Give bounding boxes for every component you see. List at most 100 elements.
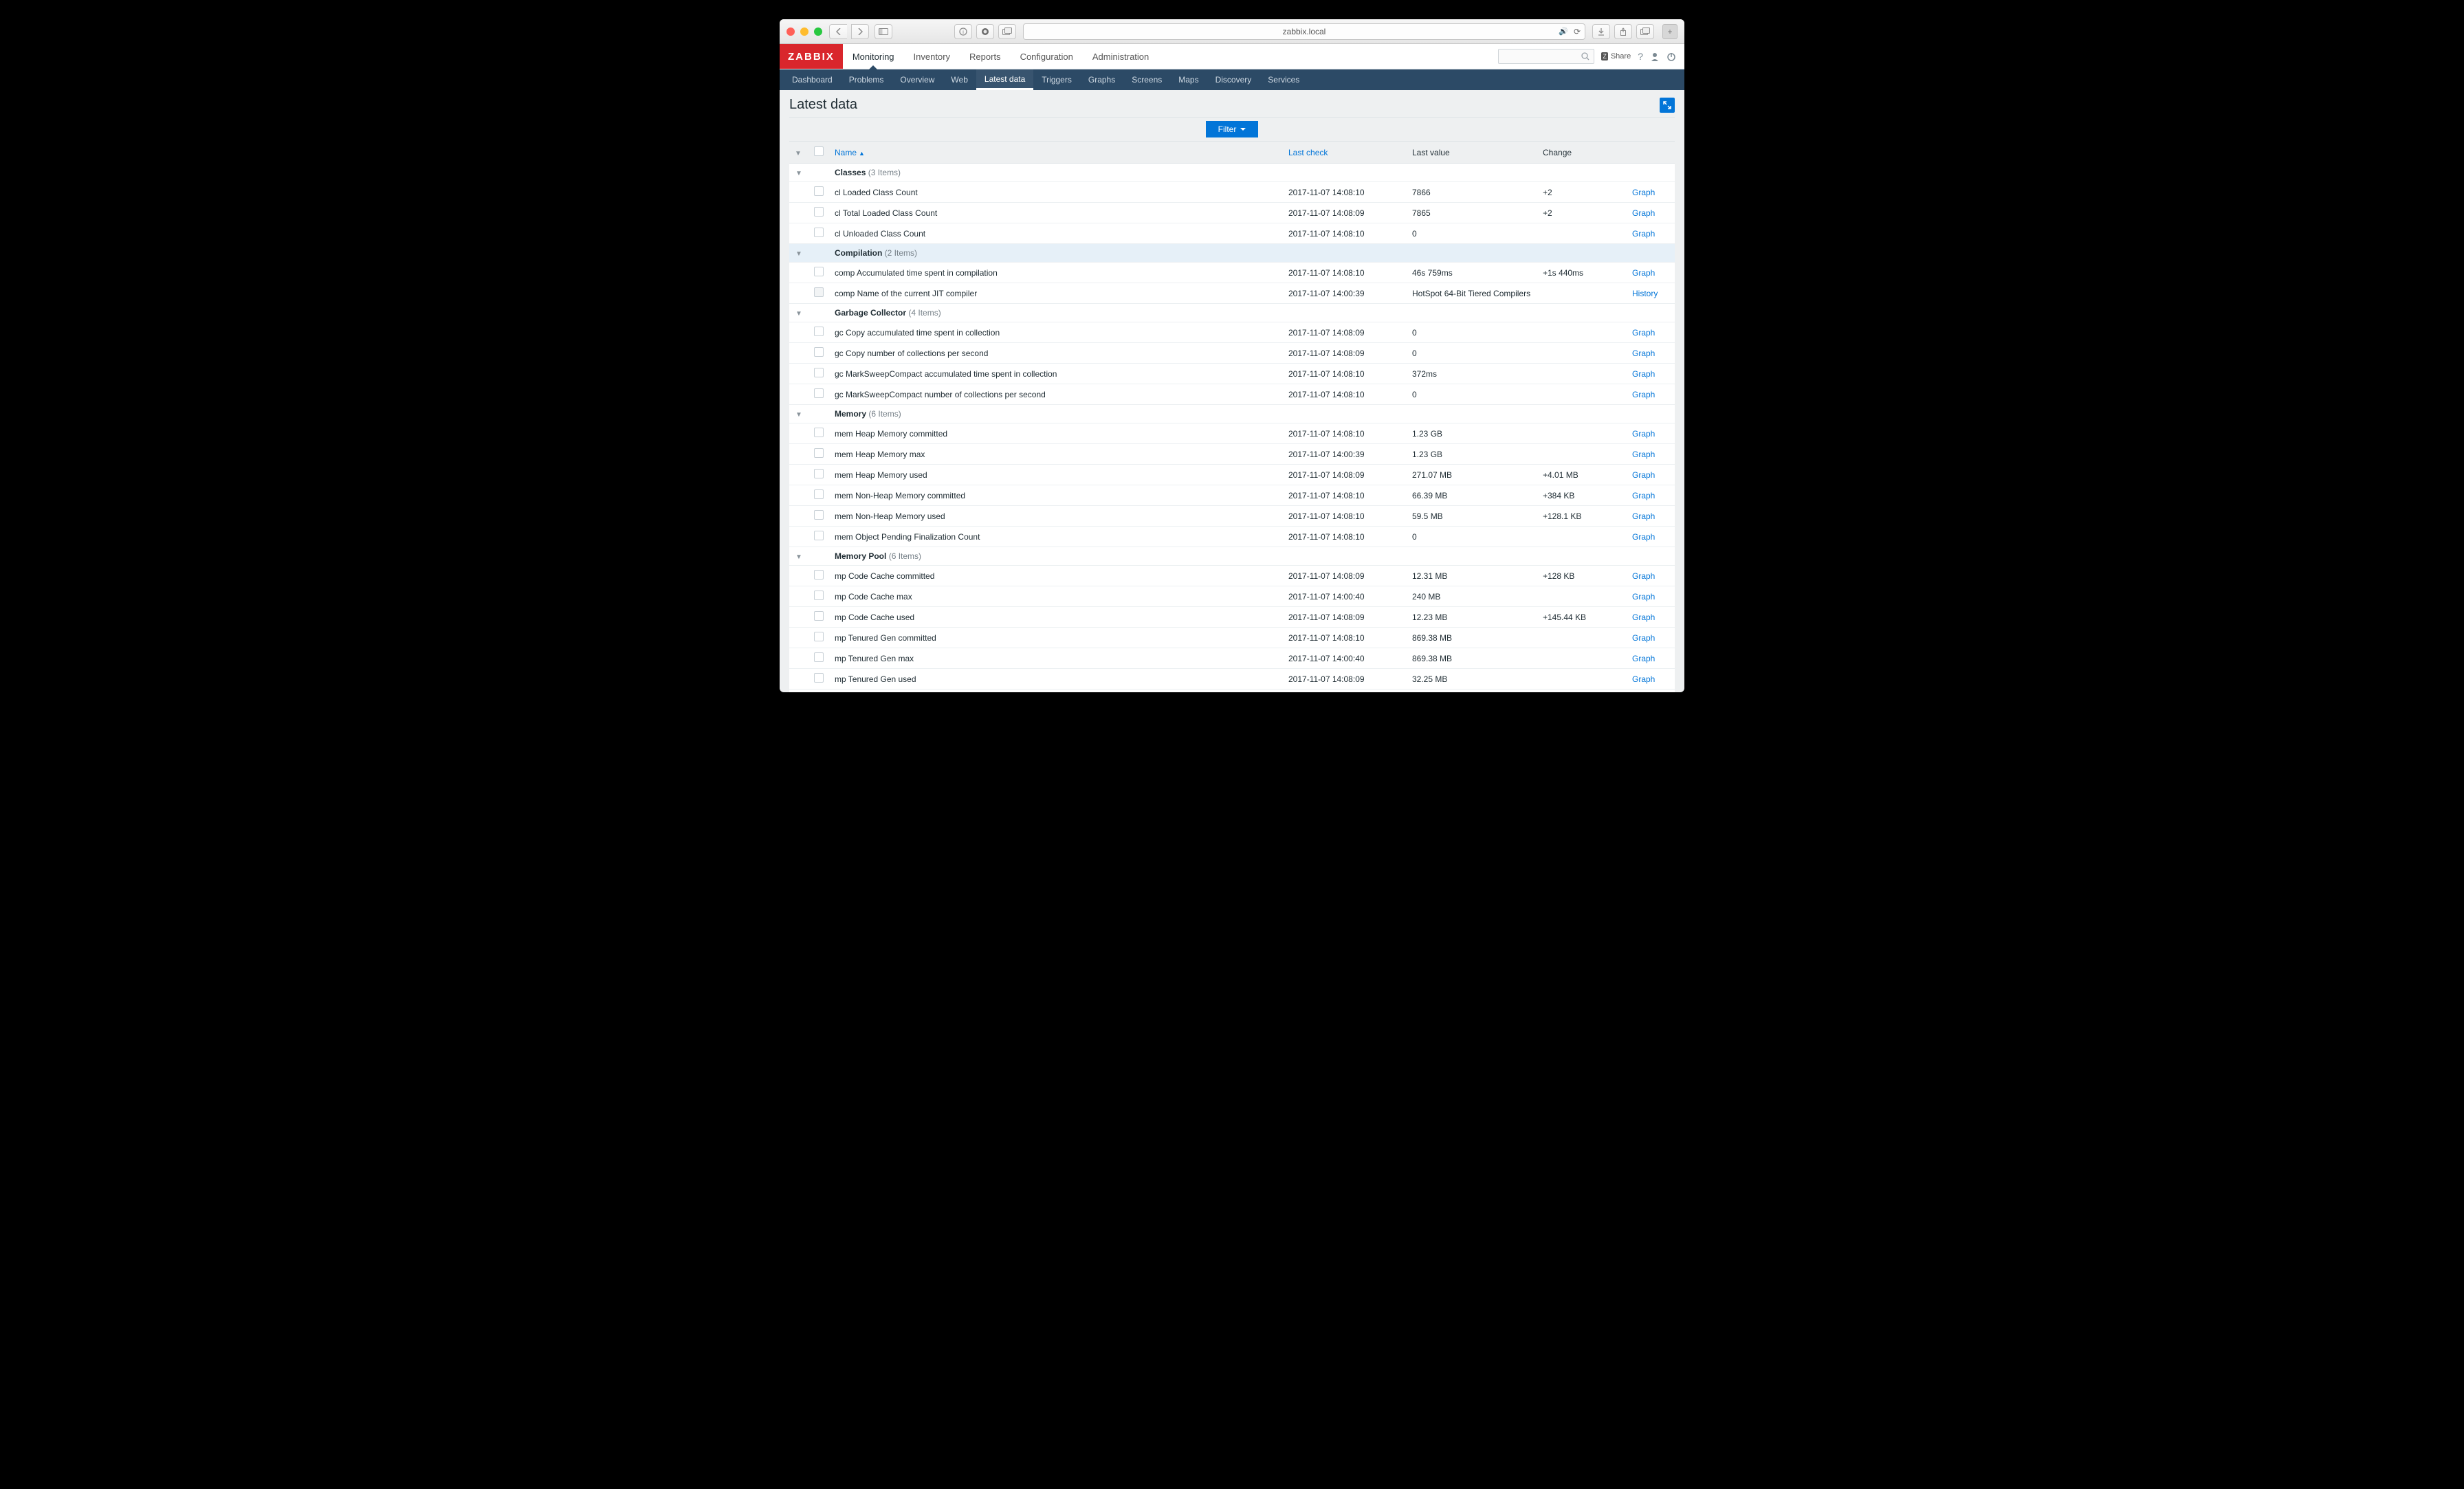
nav-back-button[interactable] <box>829 24 847 39</box>
item-action-link[interactable]: Graph <box>1632 654 1655 663</box>
row-checkbox[interactable] <box>814 228 824 237</box>
topnav-inventory[interactable]: Inventory <box>904 44 960 69</box>
item-action-link[interactable]: Graph <box>1632 188 1655 197</box>
item-action-link[interactable]: Graph <box>1632 571 1655 581</box>
row-checkbox[interactable] <box>814 673 824 683</box>
subnav-dashboard[interactable]: Dashboard <box>784 69 841 90</box>
subnav-latest-data[interactable]: Latest data <box>976 69 1033 90</box>
row-checkbox[interactable] <box>814 652 824 662</box>
subnav-discovery[interactable]: Discovery <box>1207 69 1260 90</box>
nav-forward-button[interactable] <box>851 24 869 39</box>
close-window[interactable] <box>786 27 795 36</box>
row-checkbox[interactable] <box>814 207 824 217</box>
item-action-link[interactable]: Graph <box>1632 390 1655 399</box>
item-action-link[interactable]: Graph <box>1632 429 1655 439</box>
expand-all-toggle[interactable]: ▼ <box>789 142 808 164</box>
col-last-check-header[interactable]: Last check <box>1283 142 1407 164</box>
tabs-overview-button[interactable] <box>998 24 1016 39</box>
group-row[interactable]: ▼Memory (6 Items) <box>789 405 1675 423</box>
row-checkbox[interactable] <box>814 510 824 520</box>
power-icon[interactable] <box>1666 52 1676 61</box>
item-action-link[interactable]: Graph <box>1632 633 1655 643</box>
chevron-down-icon[interactable]: ▼ <box>795 553 802 561</box>
fullscreen-button[interactable] <box>1660 98 1675 113</box>
select-all-checkbox[interactable] <box>808 142 829 164</box>
row-checkbox[interactable] <box>814 469 824 478</box>
item-action-link[interactable]: Graph <box>1632 450 1655 459</box>
row-checkbox[interactable] <box>814 570 824 580</box>
reader-button[interactable]: i <box>954 24 972 39</box>
chevron-down-icon[interactable]: ▼ <box>795 310 802 318</box>
item-action-link[interactable]: Graph <box>1632 268 1655 278</box>
audio-icon[interactable]: 🔊 <box>1559 27 1568 36</box>
item-last-check: 2017-11-07 14:08:09 <box>1283 607 1407 628</box>
row-checkbox[interactable] <box>814 489 824 499</box>
privacy-button[interactable] <box>976 24 994 39</box>
row-checkbox[interactable] <box>814 591 824 600</box>
reload-icon[interactable]: ⟳ <box>1574 27 1581 36</box>
minimize-window[interactable] <box>800 27 808 36</box>
row-checkbox[interactable] <box>814 368 824 377</box>
row-checkbox[interactable] <box>814 531 824 540</box>
group-name: Garbage Collector <box>835 308 906 318</box>
subnav-triggers[interactable]: Triggers <box>1033 69 1080 90</box>
share-button[interactable] <box>1614 24 1632 39</box>
subnav-problems[interactable]: Problems <box>841 69 892 90</box>
item-action-link[interactable]: Graph <box>1632 592 1655 602</box>
item-action-link[interactable]: Graph <box>1632 208 1655 218</box>
subnav-services[interactable]: Services <box>1260 69 1308 90</box>
share-link[interactable]: Z Share <box>1601 52 1631 60</box>
subnav-web[interactable]: Web <box>943 69 976 90</box>
new-tab-button[interactable]: + <box>1662 24 1678 39</box>
tabs-button[interactable] <box>1636 24 1654 39</box>
item-action-link[interactable]: Graph <box>1632 532 1655 542</box>
subnav-graphs[interactable]: Graphs <box>1080 69 1123 90</box>
group-row[interactable]: ▼Garbage Collector (4 Items) <box>789 304 1675 322</box>
group-row[interactable]: ▼Memory Pool (6 Items) <box>789 547 1675 566</box>
row-checkbox[interactable] <box>814 428 824 437</box>
maximize-window[interactable] <box>814 27 822 36</box>
group-row[interactable]: ▼Compilation (2 Items) <box>789 244 1675 263</box>
help-icon[interactable]: ? <box>1638 51 1643 62</box>
item-action-link[interactable]: Graph <box>1632 674 1655 684</box>
row-checkbox[interactable] <box>814 186 824 196</box>
filter-label: Filter <box>1218 124 1237 134</box>
row-checkbox[interactable] <box>814 611 824 621</box>
item-action-link[interactable]: Graph <box>1632 229 1655 239</box>
col-name-header[interactable]: Name▲ <box>829 142 1283 164</box>
address-bar[interactable]: zabbix.local 🔊 ⟳ <box>1023 23 1585 40</box>
downloads-button[interactable] <box>1592 24 1610 39</box>
user-icon[interactable] <box>1650 52 1660 61</box>
chevron-down-icon[interactable]: ▼ <box>795 170 802 177</box>
topnav-reports[interactable]: Reports <box>960 44 1011 69</box>
item-action-link[interactable]: Graph <box>1632 491 1655 500</box>
row-checkbox[interactable] <box>814 347 824 357</box>
subnav-overview[interactable]: Overview <box>892 69 943 90</box>
row-checkbox[interactable] <box>814 388 824 398</box>
chevron-down-icon[interactable]: ▼ <box>795 411 802 419</box>
filter-toggle-button[interactable]: Filter <box>1206 121 1259 137</box>
item-action-link[interactable]: Graph <box>1632 511 1655 521</box>
item-action-link[interactable]: Graph <box>1632 613 1655 622</box>
item-action-link[interactable]: Graph <box>1632 349 1655 358</box>
group-row[interactable]: ▼Classes (3 Items) <box>789 164 1675 182</box>
row-checkbox[interactable] <box>814 267 824 276</box>
item-action-link[interactable]: Graph <box>1632 369 1655 379</box>
row-checkbox[interactable] <box>814 327 824 336</box>
search-input[interactable] <box>1498 49 1594 64</box>
topnav-monitoring[interactable]: Monitoring <box>843 44 904 69</box>
subnav-screens[interactable]: Screens <box>1123 69 1170 90</box>
item-action-link[interactable]: History <box>1632 289 1658 298</box>
group-name: Memory <box>835 409 866 419</box>
topnav-configuration[interactable]: Configuration <box>1011 44 1083 69</box>
sidebar-toggle-button[interactable] <box>874 24 892 39</box>
item-last-check: 2017-11-07 14:08:09 <box>1283 322 1407 343</box>
row-checkbox[interactable] <box>814 448 824 458</box>
subnav-maps[interactable]: Maps <box>1170 69 1207 90</box>
item-action-link[interactable]: Graph <box>1632 470 1655 480</box>
item-action-link[interactable]: Graph <box>1632 328 1655 338</box>
row-checkbox[interactable] <box>814 632 824 641</box>
chevron-down-icon[interactable]: ▼ <box>795 250 802 258</box>
zabbix-logo[interactable]: ZABBIX <box>780 44 843 69</box>
topnav-administration[interactable]: Administration <box>1083 44 1158 69</box>
